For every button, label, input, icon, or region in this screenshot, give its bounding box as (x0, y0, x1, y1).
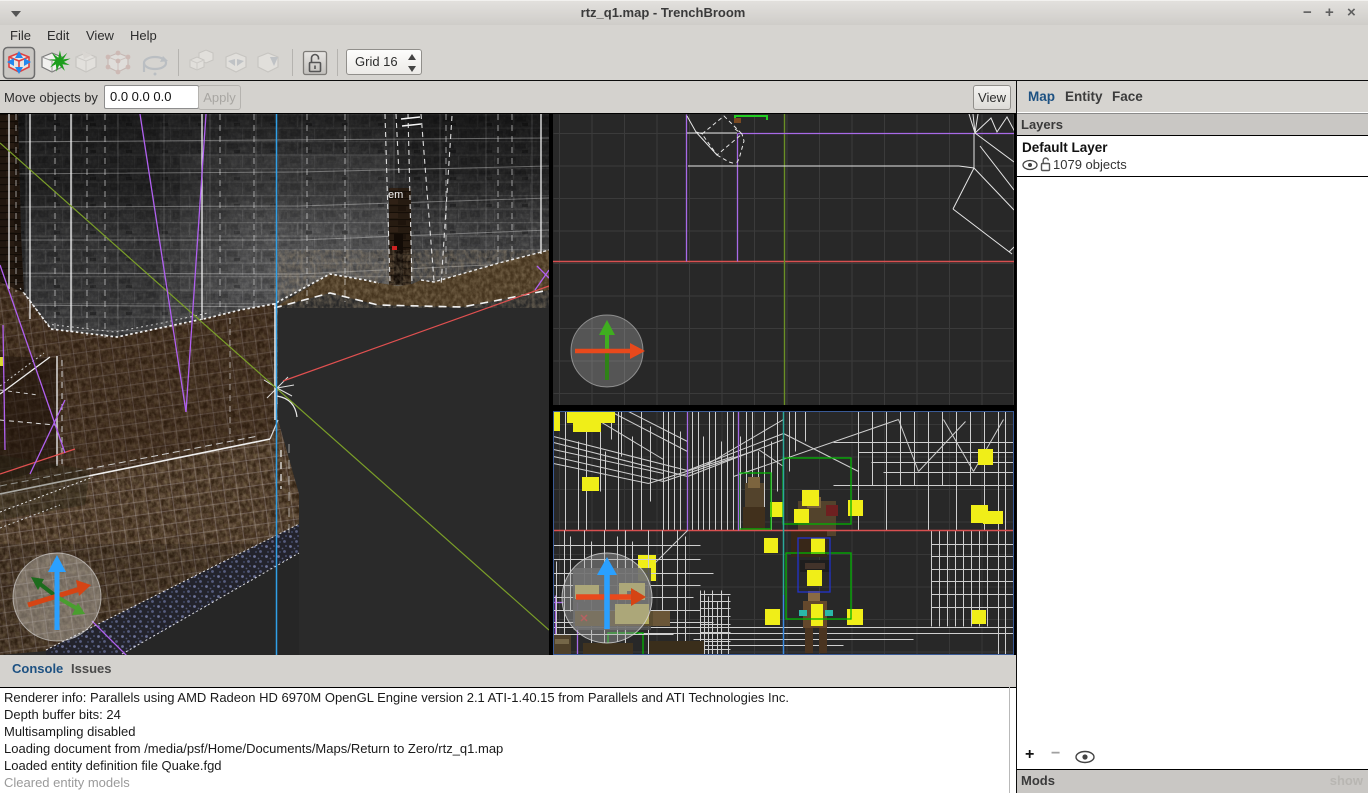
svg-text:em: em (388, 189, 403, 201)
